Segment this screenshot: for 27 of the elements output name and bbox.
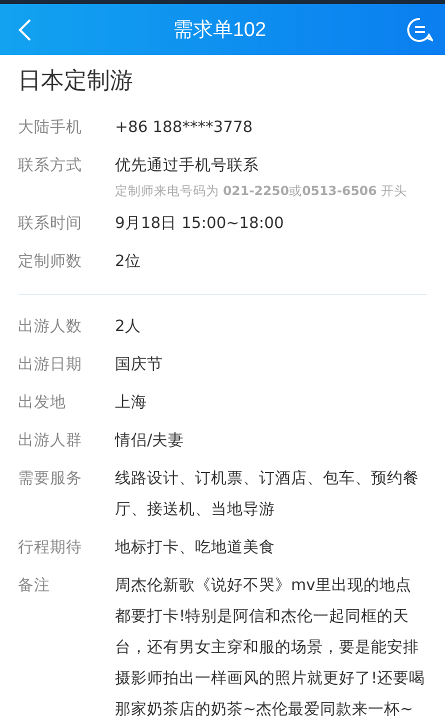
field-label: 定制师数 — [18, 251, 83, 272]
field-value: 2位 — [115, 251, 142, 272]
field-label: 备注 — [18, 575, 51, 596]
chat-bubble-icon[interactable] — [407, 16, 433, 42]
back-icon[interactable] — [18, 18, 32, 42]
field-value: +86 188****3778 — [115, 117, 254, 138]
field-label: 联系时间 — [18, 213, 83, 234]
field-label: 需要服务 — [18, 468, 83, 489]
field-value: 优先通过手机号联系 — [115, 155, 260, 176]
field-label: 出游人数 — [18, 316, 83, 337]
field-label: 出发地 — [18, 392, 67, 413]
field-label: 行程期待 — [18, 537, 83, 558]
field-value: 9月18日 15:00~18:00 — [115, 213, 285, 234]
field-value: 国庆节 — [115, 354, 164, 375]
field-value: 情侣/夫妻 — [115, 430, 186, 451]
page-title: 日本定制游 — [17, 67, 134, 96]
field-value: 周杰伦新歌《说好不哭》mv里出现的地点都要打卡!特别是阿信和杰伦一起同框的天台，还有男女主穿和服的场景，要是能安排摄影师拍出一样画风的照片就更好了!还要喝那家奶茶店的奶茶~杰伦最爱同款来一杯~ — [115, 575, 426, 719]
field-label: 出游人群 — [18, 430, 83, 451]
header-title: 需求单102 — [172, 18, 266, 43]
field-value: 地标打卡、吃地道美食 — [115, 537, 276, 558]
field-note: 定制师来电号码为 021-2250或0513-6506 开头 — [115, 182, 408, 200]
field-label: 联系方式 — [18, 155, 83, 176]
field-value: 上海 — [115, 392, 148, 413]
field-value: 2人 — [115, 316, 142, 337]
field-value: 线路设计、订机票、订酒店、包车、预约餐厅、接送机、当地导游 — [115, 468, 420, 520]
field-label: 出游日期 — [18, 354, 83, 375]
field-label: 大陆手机 — [18, 117, 83, 138]
